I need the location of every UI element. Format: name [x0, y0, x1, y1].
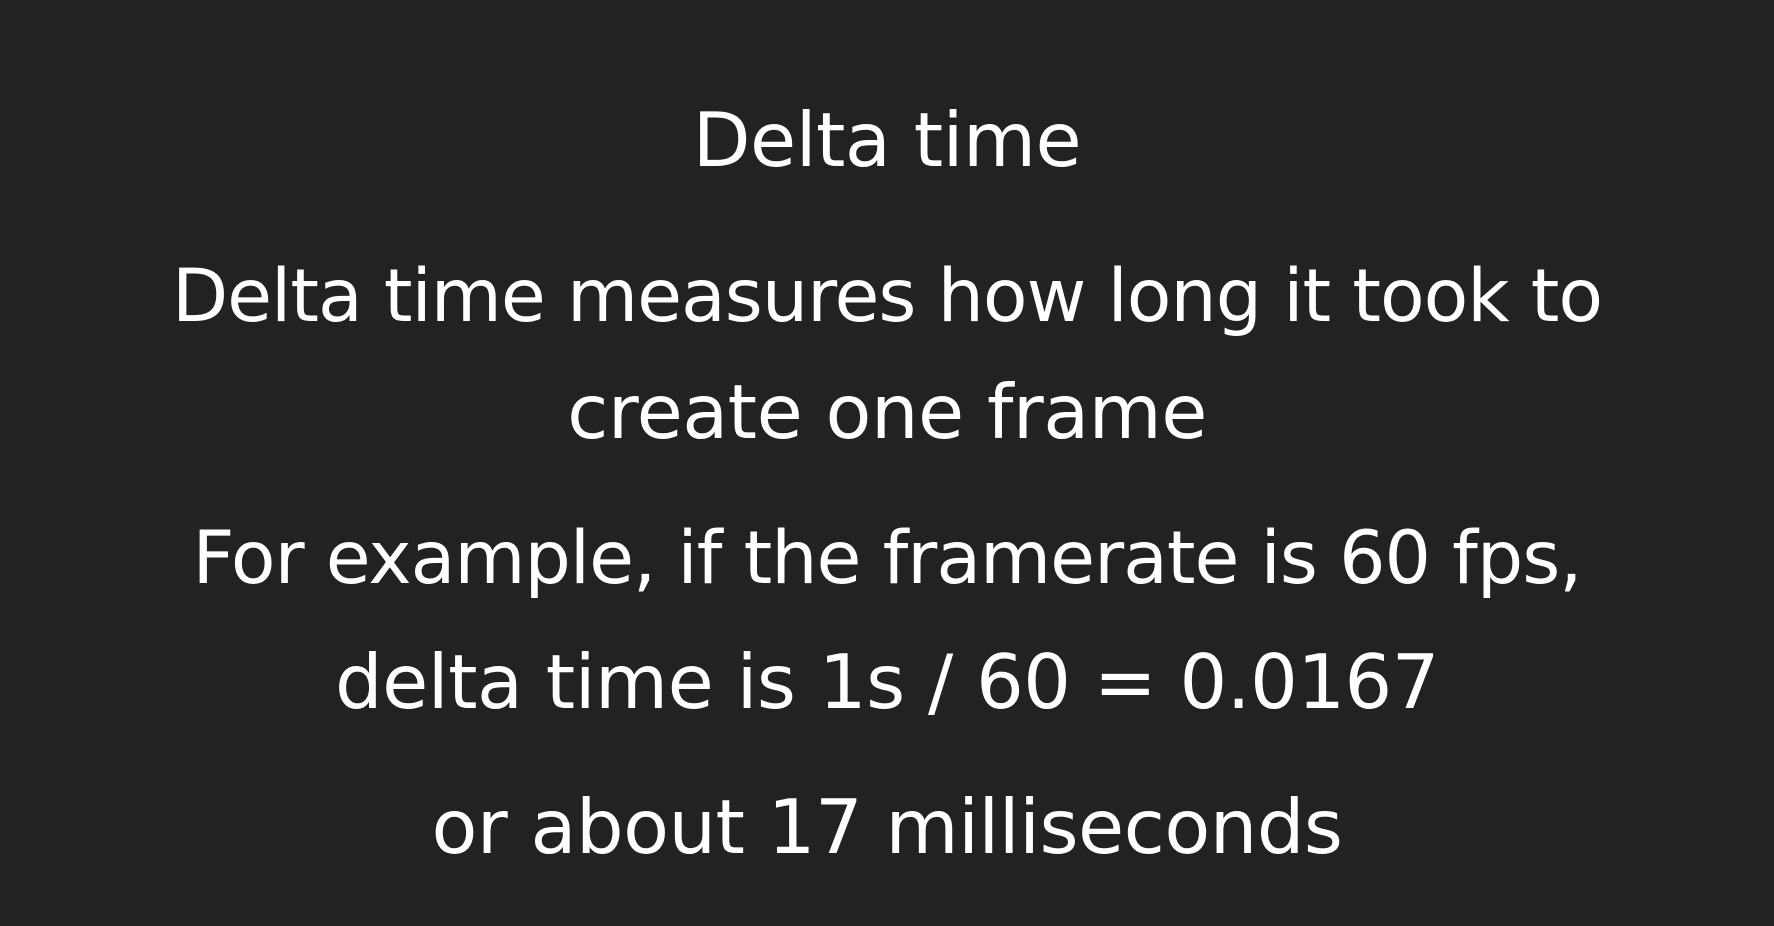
definition-line-2: create one frame — [567, 368, 1207, 456]
example-line-1: For example, if the framerate is 60 fps, — [192, 516, 1583, 601]
example-line-3: or about 17 milliseconds — [431, 783, 1343, 871]
definition-line-1: Delta time measures how long it took to — [171, 254, 1603, 339]
example-line-2: delta time is 1s / 60 = 0.0167 — [335, 638, 1439, 726]
slide-title: Delta time — [692, 96, 1082, 184]
slide: Delta time Delta time measures how long … — [0, 0, 1774, 926]
